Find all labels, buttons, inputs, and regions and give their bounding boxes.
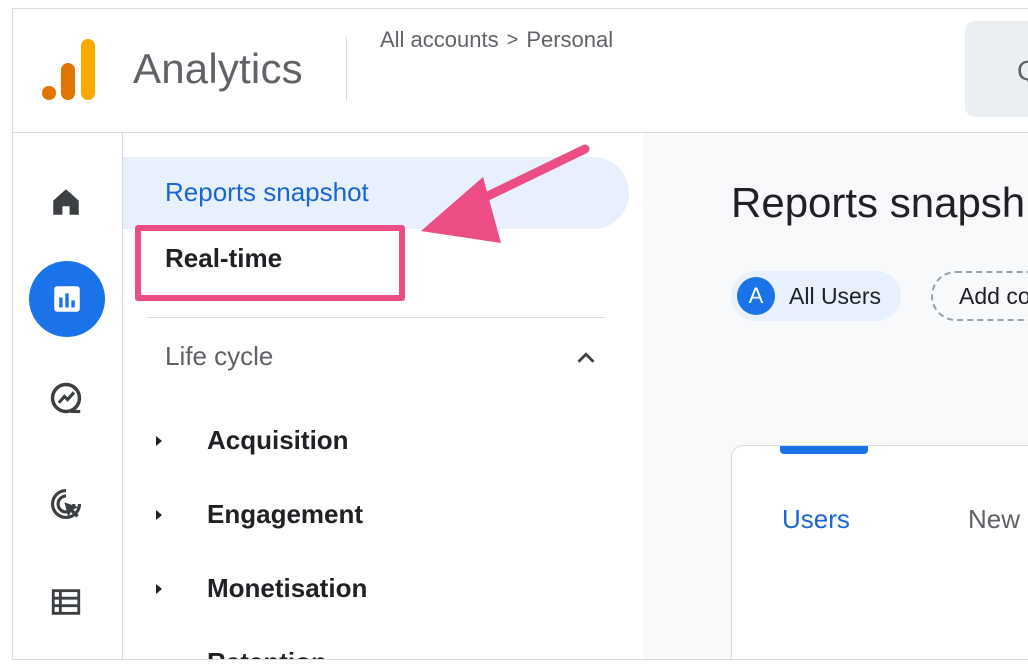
search-icon: Q: [1017, 55, 1028, 87]
caret-right-icon: [156, 509, 162, 520]
arrow-annotation-icon: [421, 144, 590, 243]
top-header: Analytics All accounts > Personal Q: [13, 9, 1028, 133]
nav-item-acquisition[interactable]: Acquisition: [147, 425, 349, 456]
analytics-logo[interactable]: [41, 37, 97, 101]
caret-right-icon: [156, 435, 162, 446]
explore-icon[interactable]: [39, 371, 93, 425]
breadcrumb-all-accounts[interactable]: All accounts: [380, 27, 499, 53]
comparison-chip-all-users[interactable]: A All Users: [731, 271, 902, 321]
tab-new-users[interactable]: New: [968, 504, 1020, 535]
reports-icon[interactable]: [29, 261, 105, 337]
nav-item-label: Reports snapshot: [165, 177, 369, 207]
highlight-annotation: [135, 225, 405, 301]
main-content: Reports snapsh A All Users Add co Users …: [643, 133, 1028, 659]
nav-item-engagement[interactable]: Engagement: [147, 499, 363, 530]
nav-item-label: Acquisition: [207, 425, 349, 455]
nav-divider: [147, 317, 605, 318]
nav-item-label: Engagement: [207, 499, 364, 529]
list-icon[interactable]: [39, 575, 93, 629]
nav-item-label: Monetisation: [207, 573, 368, 603]
left-rail: [13, 133, 123, 659]
section-life-cycle[interactable]: Life cycle: [165, 341, 273, 372]
nav-item-retention[interactable]: Retention: [147, 647, 327, 660]
add-comparison-button[interactable]: Add co: [931, 271, 1028, 321]
header-divider: [346, 37, 347, 101]
nav-item-label: Retention: [207, 647, 327, 659]
caret-spacer: [147, 651, 171, 660]
chip-label: All Users: [789, 282, 882, 309]
active-tab-indicator: [780, 446, 868, 454]
users-card: Users New: [731, 445, 1028, 659]
caret-right-icon: [156, 583, 162, 594]
breadcrumb[interactable]: All accounts > Personal: [380, 27, 613, 53]
tab-users[interactable]: Users: [782, 504, 850, 535]
advertising-icon[interactable]: [39, 477, 93, 531]
page-title: Reports snapsh: [731, 179, 1026, 226]
nav-item-monetisation[interactable]: Monetisation: [147, 573, 367, 604]
chevron-right-icon: >: [506, 28, 519, 51]
home-icon[interactable]: [39, 175, 93, 229]
avatar: A: [737, 277, 775, 315]
app-title: Analytics: [133, 45, 303, 92]
app-window: Analytics All accounts > Personal Q: [12, 8, 1028, 660]
search-bar[interactable]: Q: [965, 21, 1028, 117]
chevron-up-icon[interactable]: [571, 343, 601, 373]
breadcrumb-account[interactable]: Personal: [526, 27, 613, 53]
